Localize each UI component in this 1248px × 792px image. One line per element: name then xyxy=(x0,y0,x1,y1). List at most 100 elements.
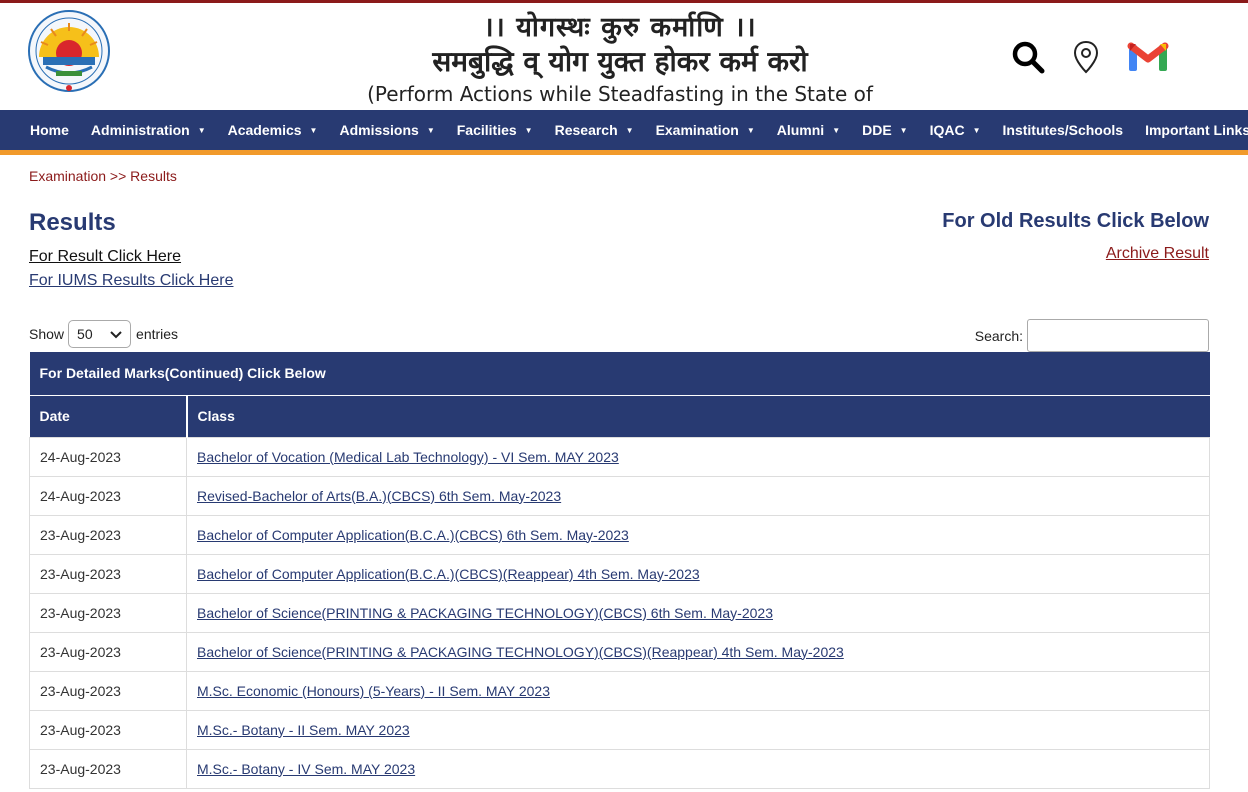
caret-down-icon: ▼ xyxy=(899,125,908,135)
date-cell: 23-Aug-2023 xyxy=(29,592,187,633)
motto-hindi: समबुद्धि व् योग युक्त होकर कर्म करो xyxy=(432,45,808,78)
nav-important-links[interactable]: Important Links▼ xyxy=(1134,110,1248,150)
gmail-icon[interactable] xyxy=(1126,35,1170,79)
date-cell: 23-Aug-2023 xyxy=(29,514,187,555)
column-header-date[interactable]: Date xyxy=(29,395,188,437)
search-icon[interactable] xyxy=(1006,35,1050,79)
nav-label: Examination xyxy=(655,122,739,138)
table-row: 23-Aug-2023 Bachelor of Science(PRINTING… xyxy=(29,592,1210,633)
table-row: 23-Aug-2023 Bachelor of Science(PRINTING… xyxy=(29,631,1210,672)
nav-admissions[interactable]: Admissions ▼ xyxy=(328,110,445,150)
site-header: ।। योगस्थः कुरु कर्माणि ।। समबुद्धि व् य… xyxy=(0,3,1248,132)
breadcrumb-text[interactable]: Examination >> Results xyxy=(29,168,177,184)
date-cell: 23-Aug-2023 xyxy=(29,670,187,711)
class-cell: Bachelor of Science(PRINTING & PACKAGING… xyxy=(186,631,1210,672)
nav-facilities[interactable]: Facilities ▼ xyxy=(446,110,544,150)
nav-accent-bar xyxy=(0,150,1248,155)
nav-label: Institutes/Schools xyxy=(1002,122,1124,138)
result-class-link[interactable]: Bachelor of Science(PRINTING & PACKAGING… xyxy=(197,605,773,621)
class-cell: M.Sc.- Botany - II Sem. MAY 2023 xyxy=(186,709,1210,750)
old-results-title: For Old Results Click Below xyxy=(942,210,1209,232)
caret-down-icon: ▼ xyxy=(972,125,981,135)
table-row: 24-Aug-2023 Bachelor of Vocation (Medica… xyxy=(29,436,1210,477)
entries-select[interactable]: 50 xyxy=(68,320,132,348)
nav-label: Administration xyxy=(90,122,190,138)
iums-results-link[interactable]: For IUMS Results Click Here xyxy=(29,272,233,290)
caret-down-icon: ▼ xyxy=(832,125,841,135)
date-cell: 24-Aug-2023 xyxy=(29,475,187,516)
date-cell: 23-Aug-2023 xyxy=(29,709,187,750)
class-cell: Bachelor of Computer Application(B.C.A.)… xyxy=(186,514,1210,555)
table-row: 24-Aug-2023 Revised-Bachelor of Arts(B.A… xyxy=(29,475,1210,516)
table-search: Search: xyxy=(975,319,1209,352)
table-row: 23-Aug-2023 Bachelor of Computer Applica… xyxy=(29,514,1210,555)
class-cell: M.Sc. Economic (Honours) (5-Years) - II … xyxy=(186,670,1210,711)
result-class-link[interactable]: M.Sc.- Botany - IV Sem. MAY 2023 xyxy=(197,761,415,777)
motto-sanskrit: ।। योगस्थः कुरु कर्माणि ।। xyxy=(483,12,757,43)
nav-label: Alumni xyxy=(776,122,825,138)
result-class-link[interactable]: Bachelor of Science(PRINTING & PACKAGING… xyxy=(197,644,844,660)
nav-label: DDE xyxy=(862,122,892,138)
table-header-row: Date Class xyxy=(29,395,1210,437)
caret-down-icon: ▼ xyxy=(309,125,318,135)
breadcrumb: Examination >> Results xyxy=(29,168,177,184)
nav-label: Admissions xyxy=(339,122,419,138)
nav-label: IQAC xyxy=(929,122,965,138)
result-link[interactable]: For Result Click Here xyxy=(29,248,181,266)
caret-down-icon: ▼ xyxy=(625,125,634,135)
class-cell: M.Sc.- Botany - IV Sem. MAY 2023 xyxy=(186,748,1210,789)
nav-label: Facilities xyxy=(456,122,517,138)
page-title: Results xyxy=(29,209,116,236)
university-logo[interactable] xyxy=(26,9,112,97)
nav-label: Academics xyxy=(227,122,302,138)
caret-down-icon: ▼ xyxy=(746,125,755,135)
caret-down-icon: ▼ xyxy=(197,125,206,135)
nav-dde[interactable]: DDE ▼ xyxy=(851,110,918,150)
result-class-link[interactable]: M.Sc.- Botany - II Sem. MAY 2023 xyxy=(197,722,410,738)
table-row: 23-Aug-2023 M.Sc. Economic (Honours) (5-… xyxy=(29,670,1210,711)
chevron-down-icon xyxy=(109,327,123,344)
nav-examination[interactable]: Examination ▼ xyxy=(645,110,766,150)
result-class-link[interactable]: Revised-Bachelor of Arts(B.A.)(CBCS) 6th… xyxy=(197,488,561,504)
show-label: Show xyxy=(29,326,65,342)
date-cell: 23-Aug-2023 xyxy=(29,631,187,672)
results-table: For Detailed Marks(Continued) Click Belo… xyxy=(29,352,1210,789)
map-pin-icon[interactable] xyxy=(1064,35,1108,79)
date-cell: 23-Aug-2023 xyxy=(29,748,187,789)
entries-label: entries xyxy=(136,326,179,342)
entries-control: Show 50 entries xyxy=(29,320,178,348)
nav-academics[interactable]: Academics ▼ xyxy=(217,110,329,150)
caret-down-icon: ▼ xyxy=(426,125,435,135)
archive-result-link[interactable]: Archive Result xyxy=(1106,245,1209,263)
nav-research[interactable]: Research ▼ xyxy=(544,110,645,150)
caret-down-icon: ▼ xyxy=(524,125,533,135)
search-input[interactable] xyxy=(1027,319,1209,352)
nav-institutes-schools[interactable]: Institutes/Schools xyxy=(992,110,1135,150)
result-class-link[interactable]: Bachelor of Computer Application(B.C.A.)… xyxy=(197,566,700,582)
table-row: 23-Aug-2023 M.Sc.- Botany - II Sem. MAY … xyxy=(29,709,1210,750)
nav-alumni[interactable]: Alumni ▼ xyxy=(766,110,851,150)
table-caption-row: For Detailed Marks(Continued) Click Belo… xyxy=(29,352,1210,396)
date-cell: 23-Aug-2023 xyxy=(29,553,187,594)
nav-label: Research xyxy=(554,122,618,138)
class-cell: Revised-Bachelor of Arts(B.A.)(CBCS) 6th… xyxy=(186,475,1210,516)
nav-home[interactable]: Home xyxy=(19,110,80,150)
search-label: Search: xyxy=(974,327,1023,344)
nav-administration[interactable]: Administration ▼ xyxy=(80,110,217,150)
class-cell: Bachelor of Vocation (Medical Lab Techno… xyxy=(186,436,1210,477)
column-header-class[interactable]: Class xyxy=(186,395,1210,437)
entries-value: 50 xyxy=(77,326,93,342)
nav-iqac[interactable]: IQAC ▼ xyxy=(919,110,992,150)
date-cell: 24-Aug-2023 xyxy=(29,436,187,477)
class-cell: Bachelor of Science(PRINTING & PACKAGING… xyxy=(186,592,1210,633)
class-cell: Bachelor of Computer Application(B.C.A.)… xyxy=(186,553,1210,594)
main-navigation: Home Administration ▼ Academics ▼ Admissio… xyxy=(0,110,1248,150)
nav-label: Important Links xyxy=(1145,122,1248,138)
table-caption: For Detailed Marks(Continued) Click Belo… xyxy=(29,352,1210,396)
nav-label: Home xyxy=(30,122,69,138)
result-class-link[interactable]: Bachelor of Vocation (Medical Lab Techno… xyxy=(197,449,619,465)
result-class-link[interactable]: M.Sc. Economic (Honours) (5-Years) - II … xyxy=(197,683,550,699)
table-row: 23-Aug-2023 M.Sc.- Botany - IV Sem. MAY … xyxy=(29,748,1210,789)
table-row: 23-Aug-2023 Bachelor of Computer Applica… xyxy=(29,553,1210,594)
result-class-link[interactable]: Bachelor of Computer Application(B.C.A.)… xyxy=(197,527,629,543)
